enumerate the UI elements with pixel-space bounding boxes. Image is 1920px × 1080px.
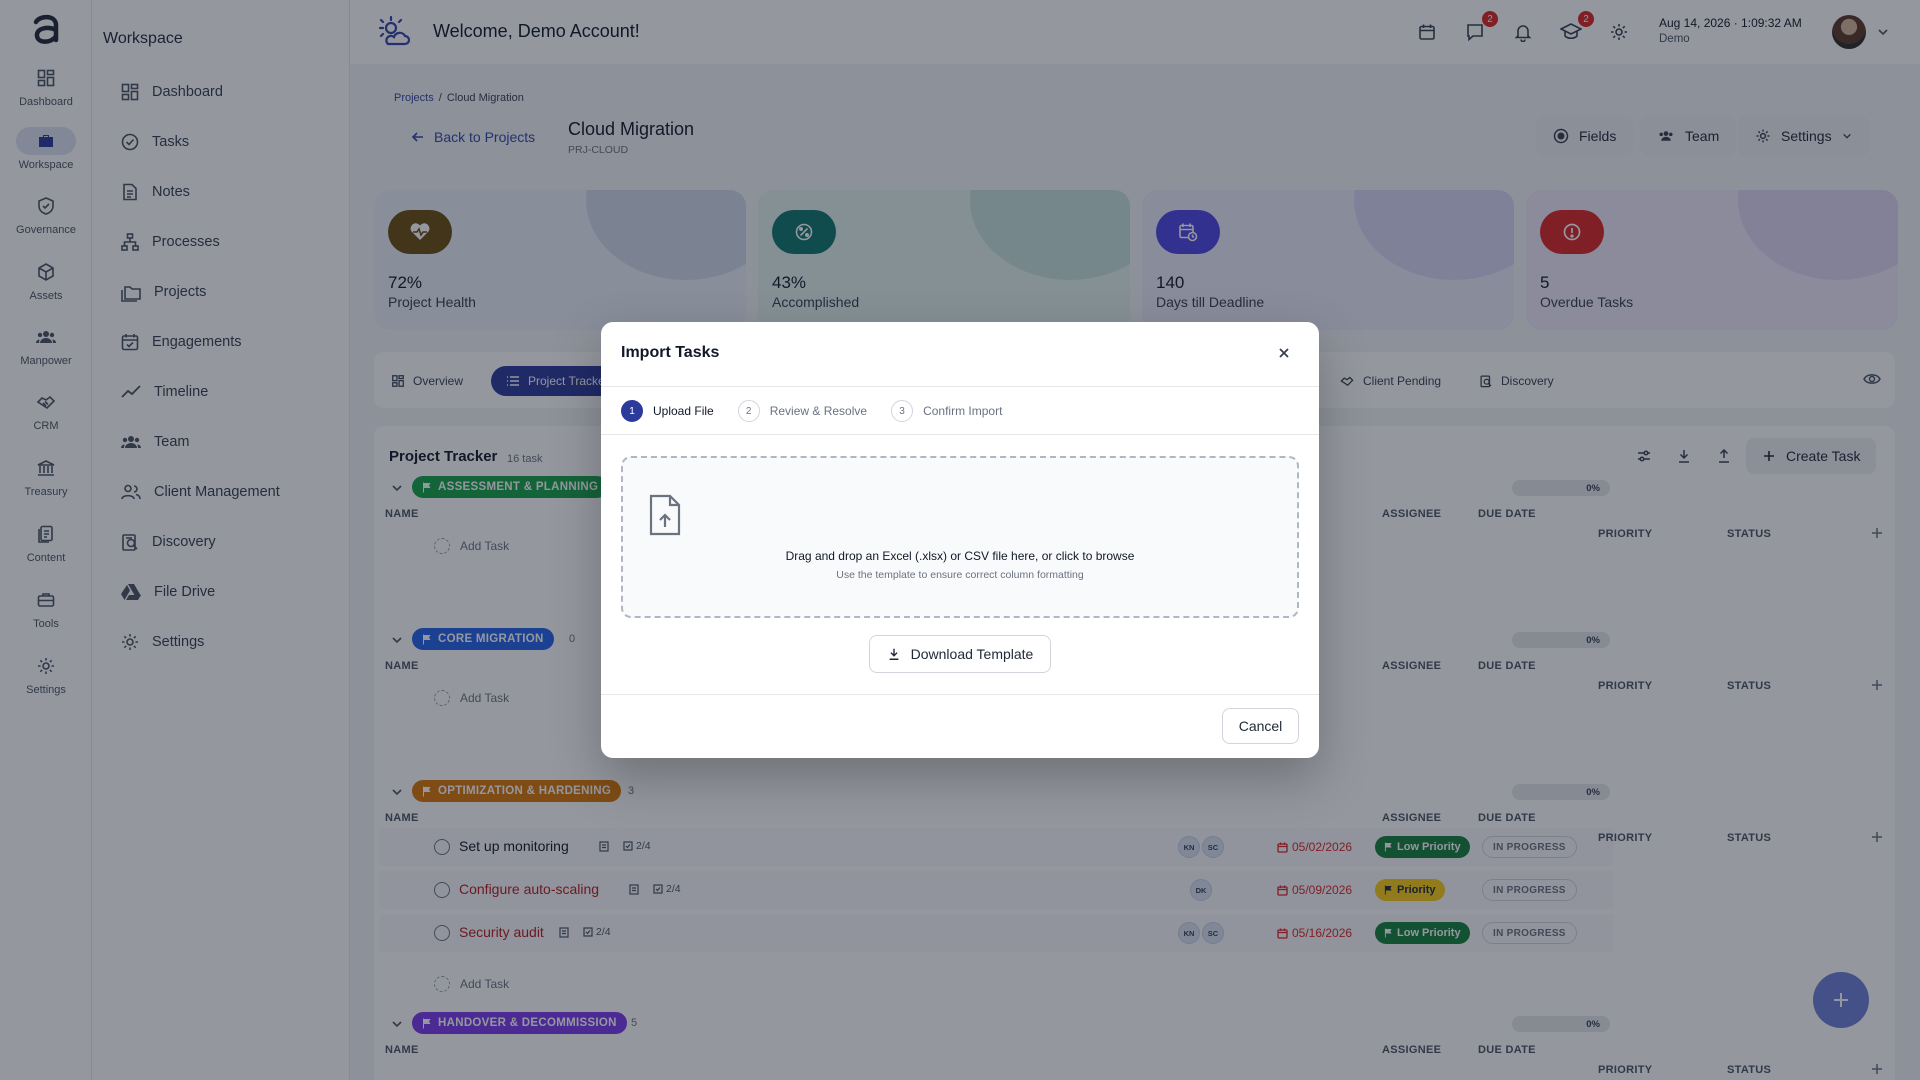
- step-number: 1: [621, 400, 643, 422]
- import-stepper: 1 Upload File 2 Review & Resolve 3 Confi…: [621, 400, 1002, 422]
- cancel-button[interactable]: Cancel: [1222, 708, 1299, 744]
- modal-title: Import Tasks: [621, 344, 720, 361]
- step-number: 2: [737, 400, 760, 422]
- close-icon[interactable]: [1277, 346, 1291, 360]
- step-label: Confirm Import: [923, 404, 1003, 418]
- download-template-label: Download Template: [910, 646, 1034, 662]
- divider: [601, 434, 1319, 435]
- file-upload-icon: [647, 494, 683, 536]
- download-template-button[interactable]: Download Template: [869, 635, 1051, 673]
- step-upload-file[interactable]: 1 Upload File: [621, 400, 714, 422]
- divider: [601, 694, 1319, 695]
- import-tasks-modal: Import Tasks 1 Upload File 2 Review & Re…: [601, 322, 1319, 758]
- step-confirm-import[interactable]: 3 Confirm Import: [891, 400, 1002, 422]
- step-number: 3: [891, 400, 914, 422]
- step-review-resolve[interactable]: 2 Review & Resolve: [737, 400, 868, 422]
- file-dropzone[interactable]: Drag and drop an Excel (.xlsx) or CSV fi…: [621, 456, 1299, 618]
- step-label: Review & Resolve: [769, 404, 868, 418]
- step-label: Upload File: [653, 404, 714, 418]
- dropzone-hint: Use the template to ensure correct colum…: [836, 569, 1084, 581]
- divider: [601, 386, 1319, 387]
- dropzone-instruction: Drag and drop an Excel (.xlsx) or CSV fi…: [785, 549, 1135, 563]
- download-icon: [889, 648, 899, 660]
